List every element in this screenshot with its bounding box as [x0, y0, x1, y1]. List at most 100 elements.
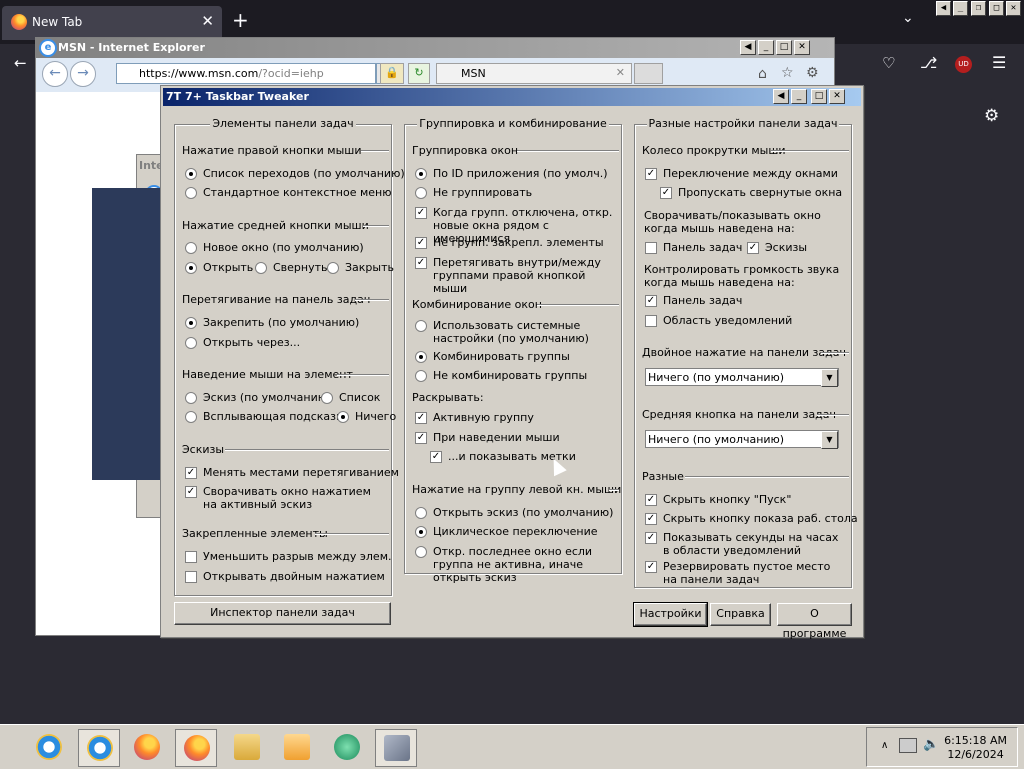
ie-favorites-icon[interactable]: ☆	[781, 65, 794, 81]
middle-minimize-radio[interactable]: Свернуть	[255, 261, 328, 274]
system-settings-radio[interactable]: Использовать системные настройки (по умо…	[415, 319, 615, 345]
sys-minimize-icon[interactable]: _	[953, 1, 968, 16]
settings-gear-icon[interactable]: ⚙	[984, 106, 999, 126]
wheel-switch-windows-checkbox[interactable]: ✓ Переключение между окнами	[645, 167, 838, 180]
taskbar-inspector-button[interactable]: Инспектор панели задач	[174, 602, 391, 625]
settings-button[interactable]: Настройки	[633, 602, 708, 627]
ie-close-icon[interactable]: ✕	[794, 40, 810, 55]
ie-forward-icon[interactable]: →	[70, 61, 96, 87]
close-tab-icon[interactable]: ✕	[201, 12, 214, 30]
hover-tooltip-radio[interactable]: Всплывающая подсказка	[185, 410, 349, 423]
right-click-jumplist-radio[interactable]: Список переходов (по умолчанию)	[185, 167, 405, 180]
cycle-switch-radio[interactable]: Циклическое переключение	[415, 525, 597, 538]
hover-nothing-radio[interactable]: Ничего	[337, 410, 396, 423]
hide-start-checkbox[interactable]: ✓ Скрыть кнопку "Пуск"	[645, 493, 791, 506]
tweaker-logo-icon: 7Т	[166, 90, 182, 103]
about-button[interactable]: О программе	[777, 603, 852, 640]
menu-icon[interactable]: ☰	[992, 53, 1006, 72]
middle-open-radio[interactable]: Открыть	[185, 261, 253, 274]
tweaker-minimize-icon[interactable]: _	[791, 89, 807, 104]
double-click-open-checkbox[interactable]: Открывать двойным нажатием	[185, 570, 385, 583]
group-by-appid-radio[interactable]: По ID приложения (по умолч.)	[415, 167, 608, 180]
drag-open-with-radio[interactable]: Открыть через...	[185, 336, 300, 349]
ublock-badge-icon[interactable]: UD	[955, 56, 972, 73]
taskbar-firefox-2[interactable]	[175, 729, 217, 767]
show-seconds-checkbox[interactable]: ✓ Показывать секунды на часах в области у…	[645, 531, 845, 557]
middle-close-radio[interactable]: Закрыть	[327, 261, 394, 274]
ie-address-bar[interactable]: https://www.msn.com/?ocid=iehp	[116, 63, 376, 84]
double-click-select[interactable]: Ничего (по умолчанию) ▼	[645, 368, 839, 387]
ie-tools-gear-icon[interactable]: ⚙	[806, 65, 819, 81]
tweaker-sys-icon[interactable]: ◀	[773, 89, 789, 104]
wheel-label: Колесо прокрутки мыши	[642, 144, 786, 157]
tweaker-title: 7+ Taskbar Tweaker	[185, 90, 309, 103]
tray-expand-icon[interactable]: ∧	[881, 740, 888, 751]
taskbar-ie-1[interactable]	[28, 729, 68, 765]
open-thumbnail-radio[interactable]: Открыть эскиз (по умолчанию)	[415, 506, 613, 519]
swap-thumbnails-checkbox[interactable]: ✓ Менять местами перетягиванием	[185, 466, 399, 479]
taskbar-app-green[interactable]	[326, 729, 366, 765]
middle-button-select[interactable]: Ничего (по умолчанию) ▼	[645, 430, 839, 449]
drag-pin-radio[interactable]: Закрепить (по умолчанию)	[185, 316, 359, 329]
volume-notification-checkbox[interactable]: Область уведомлений	[645, 314, 792, 327]
hide-show-desktop-checkbox[interactable]: ✓ Скрыть кнопку показа раб. стола	[645, 512, 858, 525]
middle-new-window-radio[interactable]: Новое окно (по умолчанию)	[185, 241, 364, 254]
ie-lock-icon[interactable]: 🔒	[380, 63, 404, 84]
pocket-icon[interactable]: ♡	[882, 54, 895, 72]
minimize-active-thumbnail-checkbox[interactable]: ✓ Сворачивать окно нажатием на активный э…	[185, 485, 385, 511]
tweaker-icon	[384, 735, 410, 761]
list-tabs-chevron-icon[interactable]: ⌄	[902, 10, 914, 26]
extensions-icon[interactable]: ⎇	[920, 54, 937, 72]
open-last-window-radio[interactable]: Откр. последнее окно если группа не акти…	[415, 545, 619, 584]
ie-sys-icon[interactable]: ◀	[740, 40, 756, 55]
ie-new-tab-button[interactable]	[634, 63, 663, 84]
browser-tab[interactable]: New Tab ✕	[2, 6, 222, 40]
clock[interactable]: 6:15:18 AM 12/6/2024	[944, 734, 1007, 762]
minimize-thumbnails-checkbox[interactable]: ✓ Эскизы	[747, 241, 807, 254]
volume-taskbar-checkbox[interactable]: ✓ Панель задач	[645, 294, 742, 307]
new-tab-button[interactable]: +	[232, 8, 249, 32]
ie-home-icon[interactable]: ⌂	[758, 66, 767, 82]
taskbar-media-player[interactable]	[276, 729, 316, 765]
no-combine-radio[interactable]: Не комбинировать группы	[415, 369, 587, 382]
grouping-combining-group: Группировка и комбинирование Группировка…	[404, 117, 622, 584]
drag-right-button-checkbox[interactable]: ✓ Перетягивать внутри/между группами прав…	[415, 256, 615, 295]
volume-muted-icon[interactable]: 🔈	[923, 737, 939, 752]
sys-maximize-icon[interactable]: □	[989, 1, 1004, 16]
no-grouping-radio[interactable]: Не группировать	[415, 186, 532, 199]
skip-minimized-checkbox[interactable]: ✓ Пропускать свернутые окна	[660, 186, 842, 199]
right-click-context-radio[interactable]: Стандартное контекстное меню	[185, 186, 392, 199]
taskbar-ie-2[interactable]	[78, 729, 120, 767]
tweaker-close-icon[interactable]: ✕	[829, 89, 845, 104]
taskbar-tweaker[interactable]	[375, 729, 417, 767]
thumbnails-label: Эскизы	[182, 443, 225, 456]
ie-maximize-icon[interactable]: □	[776, 40, 792, 55]
ie-refresh-icon[interactable]: ↻	[408, 63, 430, 84]
drag-label: Перетягивание на панель задач	[182, 293, 371, 306]
ie-tab-close-icon[interactable]: ✕	[616, 66, 625, 79]
windows-taskbar: ∧ 🔈 6:15:18 AM 12/6/2024	[0, 724, 1024, 769]
back-arrow-icon[interactable]: ←	[14, 54, 27, 72]
no-group-pinned-checkbox[interactable]: ✓ Не групп. закрепл. элементы	[415, 236, 604, 249]
expand-active-group-checkbox[interactable]: ✓ Активную группу	[415, 411, 534, 424]
network-icon[interactable]	[899, 738, 917, 753]
expand-on-hover-checkbox[interactable]: ✓ При наведении мыши	[415, 431, 560, 444]
sys-close-icon[interactable]: ✕	[1006, 1, 1021, 16]
ie-back-icon[interactable]: ←	[42, 61, 68, 87]
help-button[interactable]: Справка	[710, 603, 771, 626]
hover-list-radio[interactable]: Список	[321, 391, 380, 404]
hover-thumbnail-radio[interactable]: Эскиз (по умолчанию)	[185, 391, 331, 404]
right-click-label: Нажатие правой кнопки мыши	[182, 144, 362, 157]
taskbar-firefox-1[interactable]	[126, 729, 166, 765]
ie-tab[interactable]: MSN ✕	[436, 63, 632, 84]
sys-left-icon[interactable]: ◀	[936, 1, 951, 16]
minimize-taskbar-checkbox[interactable]: Панель задач	[645, 241, 742, 254]
reduce-gap-checkbox[interactable]: Уменьшить разрыв между элем.	[185, 550, 391, 563]
tweaker-maximize-icon[interactable]: □	[811, 89, 827, 104]
reserve-space-checkbox[interactable]: ✓ Резервировать пустое место на панели за…	[645, 560, 845, 586]
combine-groups-radio[interactable]: Комбинировать группы	[415, 350, 570, 363]
ie-minimize-icon[interactable]: _	[758, 40, 774, 55]
taskbar-explorer[interactable]	[226, 729, 266, 765]
ie-title-bar: e MSN - Internet Explorer ◀ _ □ ✕	[36, 38, 834, 58]
sys-restore-icon[interactable]: ❐	[971, 1, 986, 16]
